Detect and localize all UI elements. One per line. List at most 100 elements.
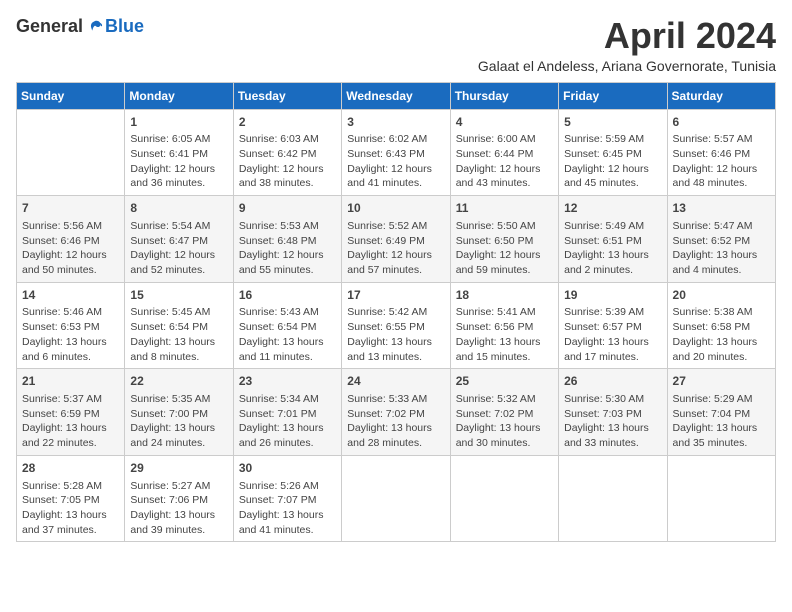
table-row: 22 Sunrise: 5:35 AM Sunset: 7:00 PM Dayli…: [125, 369, 233, 456]
table-row: 6Sunrise: 5:57 AM Sunset: 6:46 PM Daylig…: [667, 109, 775, 196]
day-detail: Sunrise: 5:56 AM Sunset: 6:46 PM Dayligh…: [22, 219, 119, 278]
day-number: 19: [564, 287, 661, 304]
table-row: 20Sunrise: 5:38 AM Sunset: 6:58 PM Dayli…: [667, 282, 775, 369]
logo-bird-icon: [85, 18, 103, 36]
day-number: 25: [456, 373, 553, 390]
month-title: April 2024: [478, 16, 776, 56]
day-number: 28: [22, 460, 119, 477]
table-row: 9Sunrise: 5:53 AM Sunset: 6:48 PM Daylig…: [233, 196, 341, 283]
table-row: 17Sunrise: 5:42 AM Sunset: 6:55 PM Dayli…: [342, 282, 450, 369]
location-subtitle: Galaat el Andeless, Ariana Governorate, …: [478, 58, 776, 74]
header-thursday: Thursday: [450, 82, 558, 109]
day-detail: Sunrise: 5:41 AM Sunset: 6:56 PM Dayligh…: [456, 305, 553, 364]
day-number: 24: [347, 373, 444, 390]
table-row: 24 Sunrise: 5:33 AM Sunset: 7:02 PM Dayli…: [342, 369, 450, 456]
header-saturday: Saturday: [667, 82, 775, 109]
header-friday: Friday: [559, 82, 667, 109]
day-number: 22: [130, 373, 227, 390]
table-row: 4Sunrise: 6:00 AM Sunset: 6:44 PM Daylig…: [450, 109, 558, 196]
day-number: 17: [347, 287, 444, 304]
table-row: [559, 455, 667, 542]
logo-blue-text: Blue: [105, 16, 144, 37]
day-detail: Sunrise: 5:53 AM Sunset: 6:48 PM Dayligh…: [239, 219, 336, 278]
day-detail: Sunrise: 5:28 AM Sunset: 7:05 PM Dayligh…: [22, 479, 119, 538]
calendar-week-row: 28 Sunrise: 5:28 AM Sunset: 7:05 PM Dayli…: [17, 455, 776, 542]
table-row: 26Sunrise: 5:30 AM Sunset: 7:03 PM Dayli…: [559, 369, 667, 456]
table-row: 19Sunrise: 5:39 AM Sunset: 6:57 PM Dayli…: [559, 282, 667, 369]
calendar-week-row: 21 Sunrise: 5:37 AM Sunset: 6:59 PM Dayli…: [17, 369, 776, 456]
table-row: 23 Sunrise: 5:34 AM Sunset: 7:01 PM Dayli…: [233, 369, 341, 456]
day-number: 11: [456, 200, 553, 217]
table-row: 15Sunrise: 5:45 AM Sunset: 6:54 PM Dayli…: [125, 282, 233, 369]
day-detail: Sunrise: 5:54 AM Sunset: 6:47 PM Dayligh…: [130, 219, 227, 278]
day-detail: Sunrise: 5:46 AM Sunset: 6:53 PM Dayligh…: [22, 305, 119, 364]
day-detail: Sunrise: 5:57 AM Sunset: 6:46 PM Dayligh…: [673, 132, 770, 191]
day-number: 4: [456, 114, 553, 131]
table-row: 14Sunrise: 5:46 AM Sunset: 6:53 PM Dayli…: [17, 282, 125, 369]
day-detail: Sunrise: 5:37 AM Sunset: 6:59 PM Dayligh…: [22, 392, 119, 451]
day-detail: Sunrise: 5:33 AM Sunset: 7:02 PM Dayligh…: [347, 392, 444, 451]
header-sunday: Sunday: [17, 82, 125, 109]
day-detail: Sunrise: 5:59 AM Sunset: 6:45 PM Dayligh…: [564, 132, 661, 191]
day-number: 27: [673, 373, 770, 390]
day-number: 6: [673, 114, 770, 131]
day-number: 3: [347, 114, 444, 131]
table-row: 28 Sunrise: 5:28 AM Sunset: 7:05 PM Dayli…: [17, 455, 125, 542]
day-number: 29: [130, 460, 227, 477]
table-row: 7 Sunrise: 5:56 AM Sunset: 6:46 PM Daylig…: [17, 196, 125, 283]
day-number: 10: [347, 200, 444, 217]
day-number: 26: [564, 373, 661, 390]
day-detail: Sunrise: 5:27 AM Sunset: 7:06 PM Dayligh…: [130, 479, 227, 538]
calendar-week-row: 1Sunrise: 6:05 AM Sunset: 6:41 PM Daylig…: [17, 109, 776, 196]
day-detail: Sunrise: 5:38 AM Sunset: 6:58 PM Dayligh…: [673, 305, 770, 364]
table-row: 8 Sunrise: 5:54 AM Sunset: 6:47 PM Daylig…: [125, 196, 233, 283]
table-row: 10 Sunrise: 5:52 AM Sunset: 6:49 PM Dayli…: [342, 196, 450, 283]
table-row: 12Sunrise: 5:49 AM Sunset: 6:51 PM Dayli…: [559, 196, 667, 283]
table-row: 2Sunrise: 6:03 AM Sunset: 6:42 PM Daylig…: [233, 109, 341, 196]
table-row: [17, 109, 125, 196]
logo-general-text: General: [16, 16, 83, 37]
table-row: 1Sunrise: 6:05 AM Sunset: 6:41 PM Daylig…: [125, 109, 233, 196]
table-row: 11Sunrise: 5:50 AM Sunset: 6:50 PM Dayli…: [450, 196, 558, 283]
day-detail: Sunrise: 5:34 AM Sunset: 7:01 PM Dayligh…: [239, 392, 336, 451]
page-header: General Blue April 2024 Galaat el Andele…: [16, 16, 776, 74]
day-number: 14: [22, 287, 119, 304]
table-row: 30 Sunrise: 5:26 AM Sunset: 7:07 PM Dayli…: [233, 455, 341, 542]
day-number: 7: [22, 200, 119, 217]
day-number: 16: [239, 287, 336, 304]
calendar-week-row: 7 Sunrise: 5:56 AM Sunset: 6:46 PM Daylig…: [17, 196, 776, 283]
day-number: 20: [673, 287, 770, 304]
day-number: 23: [239, 373, 336, 390]
day-number: 30: [239, 460, 336, 477]
day-detail: Sunrise: 5:43 AM Sunset: 6:54 PM Dayligh…: [239, 305, 336, 364]
day-detail: Sunrise: 5:47 AM Sunset: 6:52 PM Dayligh…: [673, 219, 770, 278]
day-number: 2: [239, 114, 336, 131]
title-block: April 2024 Galaat el Andeless, Ariana Go…: [478, 16, 776, 74]
day-detail: Sunrise: 5:52 AM Sunset: 6:49 PM Dayligh…: [347, 219, 444, 278]
day-number: 15: [130, 287, 227, 304]
header-wednesday: Wednesday: [342, 82, 450, 109]
table-row: 5Sunrise: 5:59 AM Sunset: 6:45 PM Daylig…: [559, 109, 667, 196]
day-number: 1: [130, 114, 227, 131]
day-detail: Sunrise: 5:35 AM Sunset: 7:00 PM Dayligh…: [130, 392, 227, 451]
table-row: [667, 455, 775, 542]
table-row: 29 Sunrise: 5:27 AM Sunset: 7:06 PM Dayli…: [125, 455, 233, 542]
day-number: 13: [673, 200, 770, 217]
logo: General Blue: [16, 16, 144, 37]
table-row: 3Sunrise: 6:02 AM Sunset: 6:43 PM Daylig…: [342, 109, 450, 196]
day-number: 5: [564, 114, 661, 131]
table-row: 16Sunrise: 5:43 AM Sunset: 6:54 PM Dayli…: [233, 282, 341, 369]
table-row: 13 Sunrise: 5:47 AM Sunset: 6:52 PM Dayli…: [667, 196, 775, 283]
table-row: 21 Sunrise: 5:37 AM Sunset: 6:59 PM Dayli…: [17, 369, 125, 456]
table-row: [342, 455, 450, 542]
day-detail: Sunrise: 6:05 AM Sunset: 6:41 PM Dayligh…: [130, 132, 227, 191]
header-tuesday: Tuesday: [233, 82, 341, 109]
table-row: [450, 455, 558, 542]
table-row: 25 Sunrise: 5:32 AM Sunset: 7:02 PM Dayli…: [450, 369, 558, 456]
day-number: 8: [130, 200, 227, 217]
table-row: 18Sunrise: 5:41 AM Sunset: 6:56 PM Dayli…: [450, 282, 558, 369]
day-detail: Sunrise: 5:45 AM Sunset: 6:54 PM Dayligh…: [130, 305, 227, 364]
day-detail: Sunrise: 5:32 AM Sunset: 7:02 PM Dayligh…: [456, 392, 553, 451]
day-detail: Sunrise: 5:26 AM Sunset: 7:07 PM Dayligh…: [239, 479, 336, 538]
day-number: 21: [22, 373, 119, 390]
